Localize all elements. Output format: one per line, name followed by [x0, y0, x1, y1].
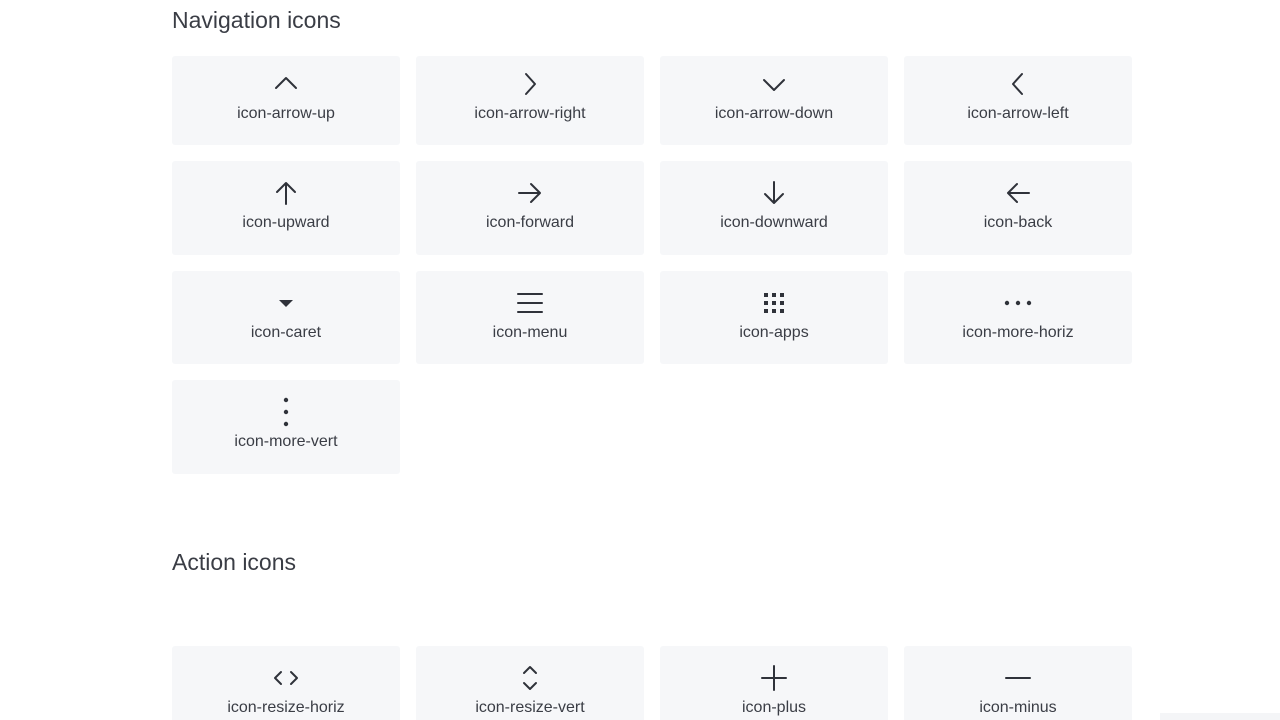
- minus-icon: [1004, 664, 1032, 692]
- icon-tile-menu[interactable]: icon-menu: [416, 271, 644, 364]
- icon-tile-label: icon-upward: [242, 214, 330, 231]
- icon-tile-label: icon-plus: [741, 699, 807, 716]
- icon-tile-more-vert[interactable]: icon-more-vert: [172, 380, 400, 474]
- hamburger-menu-icon: [516, 289, 544, 317]
- icon-tile-downward[interactable]: icon-downward: [660, 161, 888, 255]
- chevron-down-icon: [760, 70, 788, 98]
- arrow-right-icon: [516, 179, 544, 207]
- icon-tile-label: icon-caret: [250, 324, 322, 341]
- icon-tile-label: icon-more-vert: [234, 433, 338, 450]
- icon-tile-plus[interactable]: icon-plus: [660, 646, 888, 720]
- icon-tile-label: icon-back: [983, 214, 1053, 231]
- icon-tile-resize-horiz[interactable]: icon-resize-horiz: [172, 646, 400, 720]
- icon-tile-label: icon-forward: [485, 214, 575, 231]
- plus-icon: [760, 664, 788, 692]
- chevron-up-icon: [272, 70, 300, 98]
- icon-tile-more-horiz[interactable]: icon-more-horiz: [904, 271, 1132, 364]
- icon-tile-label: icon-menu: [492, 324, 568, 341]
- icon-tile-arrow-down[interactable]: icon-arrow-down: [660, 56, 888, 145]
- icon-gallery-page: Navigation icons icon-arrow-up icon-arro…: [0, 0, 1280, 720]
- icon-tile-arrow-left[interactable]: icon-arrow-left: [904, 56, 1132, 145]
- bottom-edge-overlay: [1160, 713, 1280, 720]
- section-title-navigation: Navigation icons: [172, 7, 341, 33]
- icon-tile-back[interactable]: icon-back: [904, 161, 1132, 255]
- icon-tile-label: icon-minus: [979, 699, 1057, 716]
- icon-tile-label: icon-arrow-down: [714, 105, 834, 122]
- resize-horizontal-icon: [272, 664, 300, 692]
- icon-tile-label: icon-arrow-left: [967, 105, 1069, 122]
- apps-grid-icon: [760, 289, 788, 317]
- icon-tile-label: icon-resize-vert: [475, 699, 585, 716]
- navigation-icons-grid: icon-arrow-up icon-arrow-right icon-arro…: [172, 56, 1132, 474]
- icon-tile-apps[interactable]: icon-apps: [660, 271, 888, 364]
- more-vertical-icon: [272, 397, 300, 427]
- icon-tile-upward[interactable]: icon-upward: [172, 161, 400, 255]
- icon-tile-minus[interactable]: icon-minus: [904, 646, 1132, 720]
- icon-tile-caret[interactable]: icon-caret: [172, 271, 400, 364]
- action-icons-grid: icon-resize-horiz icon-resize-vert icon-…: [172, 646, 1132, 720]
- chevron-right-icon: [516, 70, 544, 98]
- icon-tile-label: icon-resize-horiz: [227, 699, 345, 716]
- arrow-up-icon: [272, 179, 300, 207]
- icon-tile-arrow-right[interactable]: icon-arrow-right: [416, 56, 644, 145]
- section-title-action: Action icons: [172, 549, 297, 575]
- icon-tile-label: icon-arrow-up: [237, 105, 335, 122]
- resize-vertical-icon: [516, 664, 544, 692]
- icon-tile-label: icon-downward: [720, 214, 828, 231]
- icon-tile-forward[interactable]: icon-forward: [416, 161, 644, 255]
- icon-tile-label: icon-apps: [739, 324, 809, 341]
- icon-tile-label: icon-more-horiz: [962, 324, 1074, 341]
- caret-down-icon: [272, 289, 300, 317]
- arrow-down-icon: [760, 179, 788, 207]
- icon-tile-label: icon-arrow-right: [474, 105, 586, 122]
- more-horizontal-icon: [1004, 289, 1032, 317]
- icon-tile-arrow-up[interactable]: icon-arrow-up: [172, 56, 400, 145]
- icon-tile-resize-vert[interactable]: icon-resize-vert: [416, 646, 644, 720]
- arrow-left-icon: [1004, 179, 1032, 207]
- chevron-left-icon: [1004, 70, 1032, 98]
